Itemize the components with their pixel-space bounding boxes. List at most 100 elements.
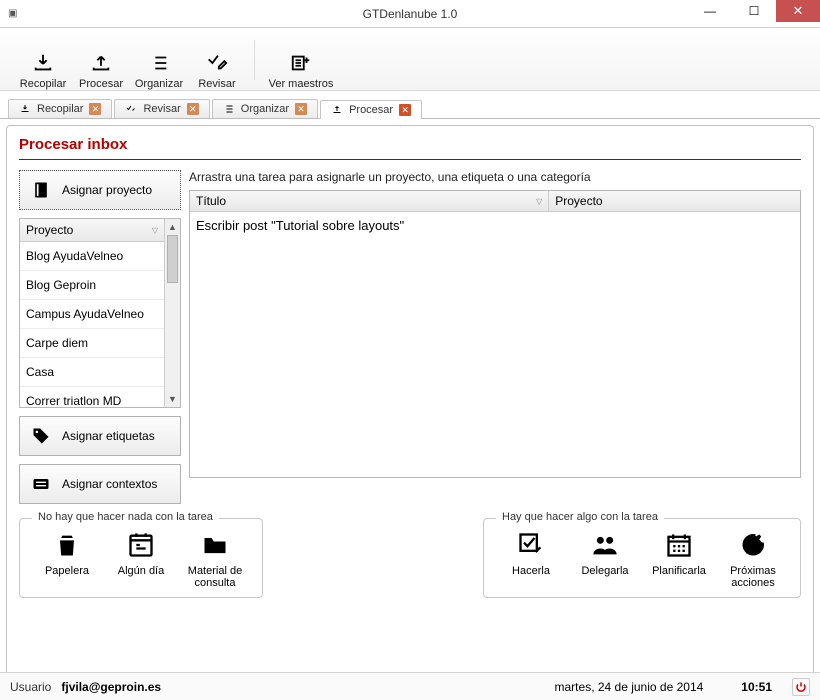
toolbar-separator <box>254 40 255 80</box>
status-time: 10:51 <box>741 680 772 694</box>
right-column: Arrastra una tarea para asignarle un pro… <box>189 170 801 478</box>
col-title-label: Título <box>196 194 226 208</box>
form-plus-icon <box>290 52 312 74</box>
titlebar: ▣ GTDenlanube 1.0 — ☐ ✕ <box>0 0 820 28</box>
tab-procesar[interactable]: Procesar ✕ <box>320 100 422 119</box>
project-item[interactable]: Correr triatlon MD <box>20 387 164 407</box>
action-delegate[interactable]: Delegarla <box>572 531 638 589</box>
assign-project-button[interactable]: Asignar proyecto <box>19 170 181 210</box>
action-plan[interactable]: Planificarla <box>646 531 712 589</box>
action-row: No hay que hacer nada con la tarea Papel… <box>19 518 801 598</box>
action-reference-label: Material de consulta <box>182 565 248 589</box>
power-button[interactable] <box>792 678 810 696</box>
upload-icon <box>331 104 343 116</box>
project-list-scrollbar[interactable]: ▲ ▼ <box>164 219 180 407</box>
project-item[interactable]: Blog AyudaVelneo <box>20 242 164 271</box>
do-icon <box>517 531 545 559</box>
project-item[interactable]: Carpe diem <box>20 329 164 358</box>
tab-organizar[interactable]: Organizar ✕ <box>212 99 318 118</box>
tab-organizar-label: Organizar <box>241 103 289 115</box>
assign-tags-button[interactable]: Asignar etiquetas <box>19 416 181 456</box>
tab-recopilar[interactable]: Recopilar ✕ <box>8 99 112 118</box>
tab-procesar-label: Procesar <box>349 104 393 116</box>
trash-icon <box>53 531 81 559</box>
maximize-button[interactable]: ☐ <box>732 0 776 22</box>
assign-tags-label: Asignar etiquetas <box>62 429 155 443</box>
scroll-down-icon[interactable]: ▼ <box>168 391 177 407</box>
close-icon[interactable]: ✕ <box>187 103 199 115</box>
close-button[interactable]: ✕ <box>776 0 820 22</box>
power-icon <box>795 681 807 693</box>
assign-project-label: Asignar proyecto <box>62 183 152 197</box>
scroll-track[interactable] <box>165 235 180 391</box>
action-next-label: Próximas acciones <box>720 565 786 589</box>
close-icon[interactable]: ✕ <box>399 104 411 116</box>
group-do-action: Hay que hacer algo con la tarea Hacerla … <box>483 518 801 598</box>
status-bar: Usuario fjvila@geproin.es martes, 24 de … <box>0 672 820 700</box>
project-item[interactable]: Campus AyudaVelneo <box>20 300 164 329</box>
people-icon <box>591 531 619 559</box>
col-project[interactable]: Proyecto <box>549 191 800 211</box>
project-list-header[interactable]: Proyecto ▽ <box>20 219 164 242</box>
work-area: Asignar proyecto Proyecto ▽ Blog AyudaVe… <box>19 170 801 504</box>
tab-revisar-label: Revisar <box>143 103 180 115</box>
col-title[interactable]: Título ▽ <box>190 191 549 211</box>
action-someday[interactable]: Algún día <box>108 531 174 589</box>
left-column: Asignar proyecto Proyecto ▽ Blog AyudaVe… <box>19 170 181 504</box>
assign-contexts-label: Asignar contextos <box>62 477 157 491</box>
project-item[interactable]: Blog Geproin <box>20 271 164 300</box>
project-list: Proyecto ▽ Blog AyudaVelneo Blog Geproin… <box>19 218 181 408</box>
project-item[interactable]: Casa <box>20 358 164 387</box>
action-next[interactable]: Próximas acciones <box>720 531 786 589</box>
toolbar-procesar[interactable]: Procesar <box>72 34 130 90</box>
window-controls: — ☐ ✕ <box>688 0 820 22</box>
folder-icon <box>201 531 229 559</box>
action-plan-label: Planificarla <box>652 565 706 589</box>
task-table: Título ▽ Proyecto Escribir post "Tutoria… <box>189 190 801 478</box>
close-icon[interactable]: ✕ <box>295 103 307 115</box>
toolbar-revisar[interactable]: Revisar <box>188 34 246 90</box>
table-header: Título ▽ Proyecto <box>190 191 800 212</box>
calendar-icon <box>665 531 693 559</box>
scroll-up-icon[interactable]: ▲ <box>168 219 177 235</box>
toolbar-ver-maestros[interactable]: Ver maestros <box>263 34 339 90</box>
hint-text: Arrastra una tarea para asignarle un pro… <box>189 170 801 184</box>
tab-strip: Recopilar ✕ Revisar ✕ Organizar ✕ Proces… <box>0 91 820 119</box>
toolbar-organizar[interactable]: Organizar <box>130 34 188 90</box>
context-icon <box>30 474 52 494</box>
download-icon <box>19 103 31 115</box>
toolbar-ver-maestros-label: Ver maestros <box>269 78 334 90</box>
notebook-icon <box>30 180 52 200</box>
action-do-label: Hacerla <box>512 565 550 589</box>
check-edit-icon <box>206 52 228 74</box>
col-project-label: Proyecto <box>555 194 602 208</box>
scroll-thumb[interactable] <box>167 235 178 283</box>
tab-revisar[interactable]: Revisar ✕ <box>114 99 209 118</box>
action-do[interactable]: Hacerla <box>498 531 564 589</box>
close-icon[interactable]: ✕ <box>89 103 101 115</box>
list-icon <box>148 52 170 74</box>
table-body[interactable]: Escribir post "Tutorial sobre layouts" <box>190 212 800 477</box>
assign-contexts-button[interactable]: Asignar contextos <box>19 464 181 504</box>
table-row[interactable]: Escribir post "Tutorial sobre layouts" <box>190 212 800 239</box>
project-list-items: Proyecto ▽ Blog AyudaVelneo Blog Geproin… <box>20 219 164 407</box>
panel-title: Procesar inbox <box>19 136 801 160</box>
toolbar-recopilar-label: Recopilar <box>20 78 66 90</box>
status-date: martes, 24 de junio de 2014 <box>555 680 704 694</box>
action-someday-label: Algún día <box>118 565 164 589</box>
status-user: fjvila@geproin.es <box>61 680 161 694</box>
upload-icon <box>90 52 112 74</box>
next-actions-icon <box>739 531 767 559</box>
action-trash-label: Papelera <box>45 565 89 589</box>
group-no-action-title: No hay que hacer nada con la tarea <box>32 511 219 523</box>
list-icon <box>223 103 235 115</box>
action-reference[interactable]: Material de consulta <box>182 531 248 589</box>
group-do-action-title: Hay que hacer algo con la tarea <box>496 511 664 523</box>
toolbar-recopilar[interactable]: Recopilar <box>14 34 72 90</box>
check-edit-icon <box>125 103 137 115</box>
procesar-panel: Procesar inbox Asignar proyecto Proyecto… <box>6 125 814 681</box>
minimize-button[interactable]: — <box>688 0 732 22</box>
tag-icon <box>30 426 52 446</box>
action-trash[interactable]: Papelera <box>34 531 100 589</box>
someday-icon <box>127 531 155 559</box>
